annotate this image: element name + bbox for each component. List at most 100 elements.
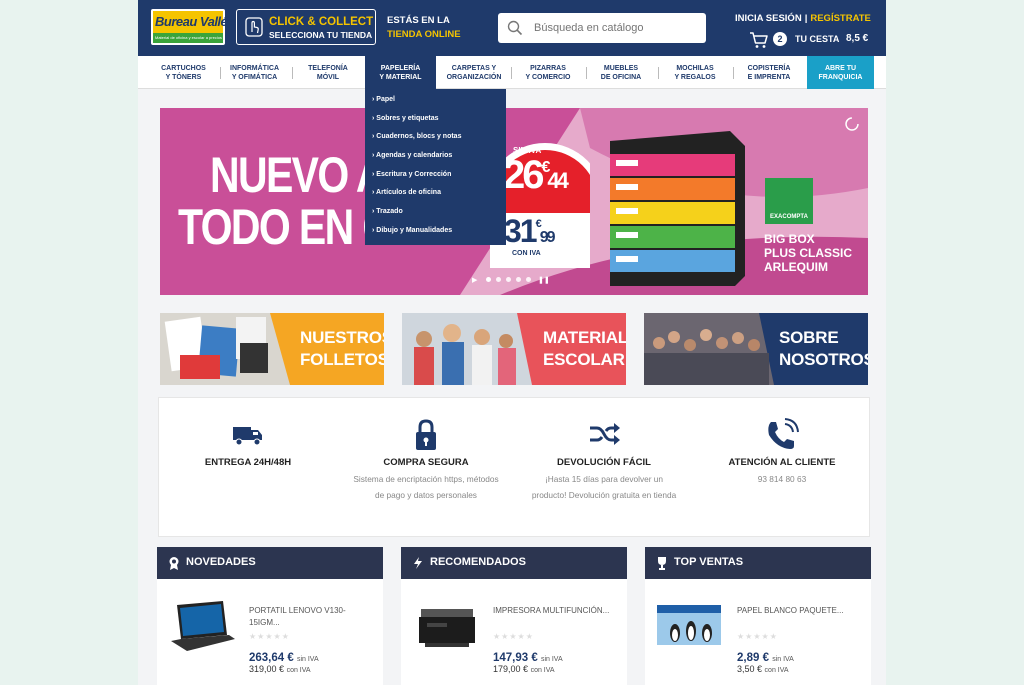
hero-banner[interactable]: NUEVO AÑ TODO EN ORDEN SIN IVA 26€44 31€… (160, 108, 868, 295)
drawer-box-image (610, 131, 745, 286)
dropdown-item-sobres[interactable]: › Sobres y etiquetas (365, 112, 506, 131)
recomendados-section: RECOMENDADOS IMPRESORA MULTIFUNCIÓN... ★… (401, 547, 627, 685)
product-name[interactable]: PORTATIL LENOVO V130-15IGM... (249, 605, 371, 629)
promo-line1: NUESTROS (300, 328, 384, 347)
feature-title: ATENCIÓN AL CLIENTE (728, 457, 836, 468)
product-name[interactable]: IMPRESORA MULTIFUNCIÓN... (493, 605, 615, 617)
store-indicator: ESTÁS EN LA TIENDA ONLINE (387, 14, 461, 42)
site-header: Bureau Vallée Material de oficina y esco… (138, 0, 886, 56)
bureau-vallee-logo[interactable]: Bureau Vallée Material de oficina y esco… (151, 9, 235, 45)
product-name[interactable]: PAPEL BLANCO PAQUETE... (737, 605, 859, 617)
dropdown-item-cuadernos[interactable]: › Cuadernos, blocs y notas (365, 130, 506, 149)
nav-line1: MOCHILAS (676, 65, 714, 72)
promo-line2: FOLLETOS > (300, 350, 384, 369)
feature-description: Sistema de encriptación https, métodos d… (353, 474, 499, 500)
play-icon[interactable]: ▶ (472, 276, 477, 284)
logo-text: Bureau Vallée (155, 14, 235, 29)
price-con-iva-currency: € (535, 218, 542, 230)
carousel-dot-5[interactable] (526, 277, 531, 282)
login-link[interactable]: INICIA SESIÓN (735, 13, 802, 24)
bolt-icon (414, 557, 422, 569)
nav-item-copisteria[interactable]: COPISTERÍA E IMPRENTA (737, 56, 801, 89)
dropdown-item-articulos[interactable]: › Artículos de oficina (365, 186, 506, 205)
nav-divider (511, 67, 512, 79)
promo-line2: NOSOTROS > (779, 350, 868, 369)
nav-line2: FRANQUICIA (818, 74, 863, 81)
click-collect-button[interactable]: CLICK & COLLECT SELECCIONA TU TIENDA (236, 9, 376, 45)
price-value: 147,93 € (493, 652, 538, 664)
carousel-dot-1[interactable] (486, 277, 491, 282)
promo-folletos[interactable]: NUESTROS FOLLETOS > (160, 313, 384, 385)
product-name: BIG BOX PLUS CLASSIC ARLEQUIM (764, 232, 852, 274)
dropdown-item-dibujo[interactable]: › Dibujo y Manualidades (365, 224, 506, 243)
carousel-dot-2[interactable] (496, 277, 501, 282)
product-price: 2,89 € sin IVA (737, 652, 794, 664)
carousel-dot-3[interactable] (506, 277, 511, 282)
store-line2: TIENDA ONLINE (387, 29, 461, 40)
product-price-iva: 179,00 € con IVA (493, 664, 555, 674)
price-iva-label: con IVA (764, 667, 789, 674)
dropdown-item-papel[interactable]: › Papel (365, 93, 506, 112)
product-line3: ARLEQUIM (764, 260, 828, 274)
dropdown-item-trazado[interactable]: › Trazado (365, 205, 506, 224)
cart-icon[interactable] (749, 31, 769, 49)
product-line2: PLUS CLASSIC (764, 246, 853, 260)
nav-line2: E IMPRENTA (747, 74, 791, 81)
nav-divider (292, 67, 293, 79)
dropdown-item-escritura[interactable]: › Escritura y Corrección (365, 168, 506, 187)
nav-item-cartuchos[interactable]: CARTUCHOS Y TÓNERS (150, 56, 217, 89)
price-label: sin IVA (772, 656, 794, 663)
printer-image[interactable] (411, 599, 481, 655)
click-collect-title: CLICK & COLLECT (269, 16, 374, 28)
top-ventas-section: TOP VENTAS PAPEL BLANCO PAQUETE... ★★★★★… (645, 547, 871, 685)
price-con-iva: 31€99 (504, 213, 556, 250)
shuffle-icon (590, 423, 620, 445)
nav-line2: Y OFIMÁTICA (231, 74, 278, 81)
search-input[interactable] (534, 20, 699, 36)
price-label: sin IVA (540, 656, 563, 663)
laptop-image[interactable] (167, 599, 237, 655)
pause-icon[interactable]: ❚❚ (538, 276, 550, 284)
promo-material-escolar[interactable]: MATERIAL ESCOLAR > (402, 313, 626, 385)
section-title: RECOMENDADOS (430, 556, 526, 568)
cart-label[interactable]: TU CESTA (795, 34, 839, 44)
nav-item-franquicia[interactable]: ABRE TU FRANQUICIA (807, 56, 874, 89)
lock-icon (416, 419, 436, 450)
nav-line2: Y REGALOS (674, 74, 716, 81)
section-title: NOVEDADES (186, 556, 256, 568)
click-collect-subtitle: SELECCIONA TU TIENDA (269, 30, 373, 40)
papeleria-dropdown-menu: › Papel › Sobres y etiquetas › Cuadernos… (365, 89, 506, 245)
rating-stars: ★★★★★ (493, 632, 534, 641)
search-icon[interactable] (507, 20, 523, 36)
nav-item-papeleria[interactable]: PAPELERÍA Y MATERIAL (365, 56, 436, 89)
carousel-dot-4[interactable] (516, 277, 521, 282)
paper-pack-image[interactable] (655, 599, 725, 655)
register-link[interactable]: REGÍSTRATE (810, 13, 871, 24)
support-phone[interactable]: 93 814 80 63 (709, 472, 855, 488)
con-iva-label: CON IVA (512, 250, 541, 257)
nav-line2: MÓVIL (316, 74, 340, 81)
features-strip: ENTREGA 24H/48H COMPRA SEGURA Sistema de… (158, 397, 870, 537)
promo-sobre-nosotros[interactable]: SOBRE NOSOTROS > (644, 313, 868, 385)
nav-divider (586, 67, 587, 79)
nav-line1: MUEBLES (603, 65, 639, 72)
brand-name: EXACOMPTA (770, 214, 808, 220)
price-currency: € (541, 159, 551, 176)
nav-line1: ABRE TU (824, 65, 857, 72)
nav-item-informatica[interactable]: INFORMÁTICA Y OFIMÁTICA (223, 56, 286, 89)
nav-item-muebles[interactable]: MUEBLES DE OFICINA (590, 56, 652, 89)
nav-item-carpetas[interactable]: CARPETAS Y ORGANIZACIÓN (442, 56, 506, 89)
nav-item-mochilas[interactable]: MOCHILAS Y REGALOS (663, 56, 727, 89)
nav-item-pizarras[interactable]: PIZARRAS Y COMERCIO (516, 56, 580, 89)
promo-line1: MATERIAL (543, 328, 626, 347)
price-con-iva-dec: 99 (539, 229, 556, 246)
product-price: 147,93 € sin IVA (493, 652, 563, 664)
price-iva-value: 3,50 € (737, 664, 763, 674)
product-price: 263,64 € sin IVA (249, 652, 319, 664)
price-sin-iva-int: 26 (503, 153, 544, 197)
dropdown-item-agendas[interactable]: › Agendas y calendarios (365, 149, 506, 168)
award-icon (169, 557, 179, 570)
page: Bureau Vallée Material de oficina y esco… (138, 0, 886, 685)
nav-item-telefonia[interactable]: TELEFONÍA MÓVIL (297, 56, 359, 89)
search-bar (498, 13, 706, 43)
